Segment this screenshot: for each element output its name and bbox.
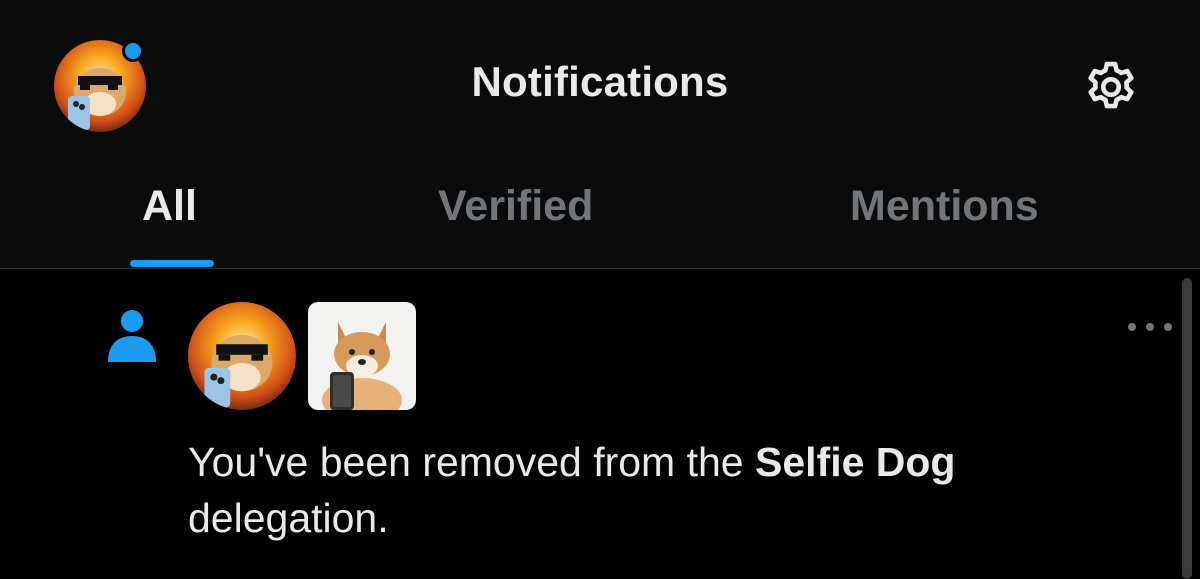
notification-text-bold: Selfie Dog: [755, 439, 956, 485]
more-options-icon: [1128, 323, 1136, 331]
tab-all[interactable]: All: [142, 182, 197, 231]
scrollbar[interactable]: [1182, 278, 1192, 579]
page-title: Notifications: [471, 58, 729, 105]
selfie-dog-avatar[interactable]: [308, 302, 416, 410]
active-tab-indicator: [130, 260, 214, 267]
selfie-dog-icon: [308, 302, 416, 410]
tab-verified[interactable]: Verified: [438, 182, 593, 231]
notification-text: You've been removed from the Selfie Dog d…: [188, 434, 1148, 546]
notification-text-suffix: delegation.: [188, 495, 389, 541]
more-options-button[interactable]: [1128, 312, 1172, 342]
user-avatar[interactable]: [188, 302, 296, 410]
settings-button[interactable]: [1078, 54, 1144, 120]
divider: [0, 268, 1200, 269]
dog-with-sunglasses-avatar-icon: [188, 302, 296, 410]
gear-icon: [1088, 61, 1134, 109]
tab-mentions[interactable]: Mentions: [850, 182, 1039, 231]
notification-text-prefix: You've been removed from the: [188, 439, 755, 485]
person-icon: [108, 310, 156, 362]
